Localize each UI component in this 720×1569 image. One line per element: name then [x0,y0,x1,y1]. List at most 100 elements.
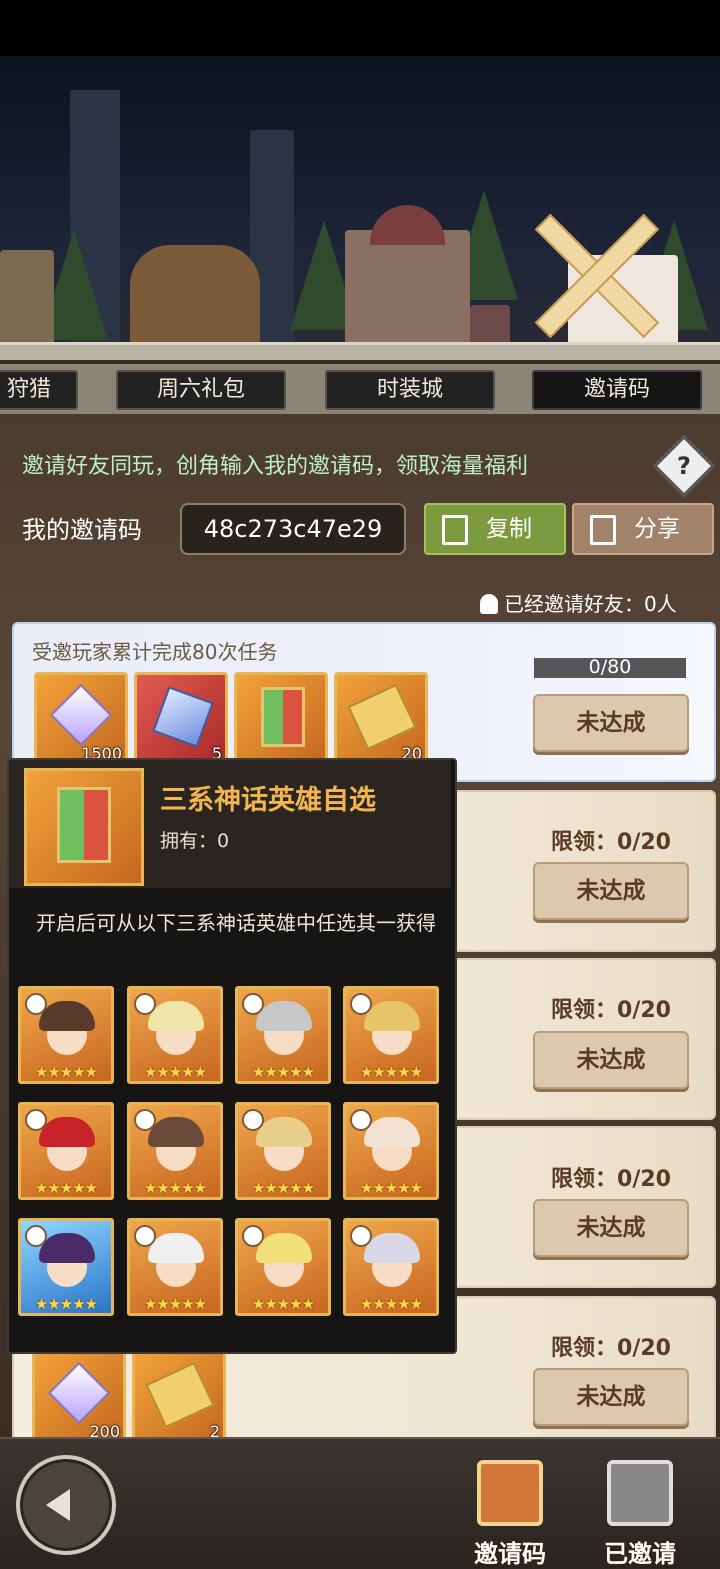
element-badge-icon [350,1225,372,1247]
element-badge-icon [134,993,156,1015]
hero-selector-book-icon [57,787,111,863]
reward-item[interactable]: 5 [134,672,228,764]
tooltip-item-icon [24,768,144,886]
claim-limit: 限领：0/20 [551,830,671,855]
tooltip-owned: 拥有：0 [160,830,230,852]
hero-hair [39,1001,95,1031]
my-code-label: 我的邀请码 [22,516,142,544]
not-achieved-button[interactable]: 未达成 [533,1031,689,1089]
nav-invited-label: 已邀请 [604,1540,676,1568]
tooltip-title: 三系神话英雄自选 [160,785,376,816]
hero-stars: ★★★★★ [143,1179,207,1197]
cobblestone-ground [0,342,720,360]
tab-fashion-mall[interactable]: 时装城 [325,370,495,410]
reward-item[interactable]: 1500 [34,672,128,764]
hero-hair [148,1001,204,1031]
element-badge-icon [134,1109,156,1131]
hero-stars: ★★★★★ [359,1063,423,1081]
tab-hunting[interactable]: 狩猎 [0,370,78,410]
element-badge-icon [25,1109,47,1131]
invite-letter-icon [477,1460,543,1526]
hero-stars: ★★★★★ [251,1295,315,1313]
copy-label: 复制 [486,516,532,542]
element-badge-icon [242,1109,264,1131]
element-badge-icon [350,1109,372,1131]
element-badge-icon [25,993,47,1015]
diamond-icon [49,683,113,747]
hero-card[interactable]: ★★★★★ [127,986,223,1084]
invited-count-text: 已经邀请好友：0人 [504,592,677,616]
element-badge-icon [242,1225,264,1247]
claim-limit: 限领：0/20 [551,998,671,1023]
tooltip-description: 开启后可从以下三系神话英雄中任选其一获得 [36,911,436,935]
copy-icon [442,514,468,545]
bar-barrel-building [130,245,260,345]
hero-card[interactable]: ★★★★★ [235,1102,331,1200]
progress-text: 0/80 [588,656,632,678]
reward-item[interactable]: 2 [132,1350,226,1442]
hero-stars: ★★★★★ [143,1063,207,1081]
back-button[interactable] [16,1455,116,1555]
reward-item[interactable] [234,672,328,764]
status-bar [0,0,720,56]
hero-card[interactable]: ★★★★★ [18,1102,114,1200]
not-achieved-button[interactable]: 未达成 [533,862,689,920]
checkmark-box-icon [607,1460,673,1526]
nav-invited[interactable]: 已邀请 [586,1452,694,1568]
hero-card[interactable]: ★★★★★ [18,986,114,1084]
hero-stars: ★★★★★ [251,1063,315,1081]
building-left [0,250,54,346]
share-button[interactable]: 分享 [572,503,714,555]
reward-item[interactable]: 20 [334,672,428,764]
hero-hair [256,1001,312,1031]
hero-hair [148,1117,204,1147]
hero-card[interactable]: ★★★★★ [127,1102,223,1200]
diamond-icon [47,1361,111,1425]
hero-hair [39,1233,95,1263]
share-icon [590,514,616,545]
tab-invite-code[interactable]: 邀请码 [532,370,702,410]
hero-hair [364,1117,420,1147]
task-title: 受邀玩家累计完成80次任务 [32,640,278,664]
not-achieved-button[interactable]: 未达成 [533,1368,689,1426]
not-achieved-button[interactable]: 未达成 [533,694,689,752]
claim-limit: 限领：0/20 [551,1336,671,1361]
hero-hair [148,1233,204,1263]
nav-invite-code-label: 邀请码 [474,1540,546,1568]
invite-code-field[interactable]: 48c273c47e29 [180,503,406,555]
hero-card[interactable]: ★★★★★ [343,1218,439,1316]
gold-scroll-icon [347,683,417,751]
claim-limit: 限领：0/20 [551,1167,671,1192]
hero-stars: ★★★★★ [34,1295,98,1313]
hero-card[interactable]: ★★★★★ [343,1102,439,1200]
hero-hair [364,1001,420,1031]
hero-hair [256,1117,312,1147]
help-icon: ? [677,452,691,480]
share-label: 分享 [634,516,680,542]
not-achieved-button[interactable]: 未达成 [533,1199,689,1257]
hero-stars: ★★★★★ [34,1063,98,1081]
crystal-cube-icon [152,686,214,748]
hero-hair [39,1117,95,1147]
invite-intro-text: 邀请好友同玩，创角输入我的邀请码，领取海量福利 [22,454,529,479]
element-badge-icon [134,1225,156,1247]
copy-button[interactable]: 复制 [424,503,566,555]
hero-selector-book-icon [261,687,305,747]
hero-card[interactable]: ★★★★★ [235,1218,331,1316]
reward-item[interactable]: 200 [32,1350,126,1442]
element-badge-icon [25,1225,47,1247]
back-arrow-icon [46,1489,70,1521]
hero-card[interactable]: ★★★★★ [343,986,439,1084]
hero-stars: ★★★★★ [359,1295,423,1313]
element-badge-icon [242,993,264,1015]
town-hall-building [345,230,470,345]
hero-card[interactable]: ★★★★★ [127,1218,223,1316]
hero-card[interactable]: ★★★★★ [18,1218,114,1316]
small-house [470,305,510,345]
hero-card[interactable]: ★★★★★ [235,986,331,1084]
dome-roof [370,205,445,245]
tab-saturday-pack[interactable]: 周六礼包 [116,370,286,410]
hero-hair [364,1233,420,1263]
gold-scroll-icon [145,1361,215,1429]
nav-invite-code[interactable]: 邀请码 [456,1452,564,1568]
